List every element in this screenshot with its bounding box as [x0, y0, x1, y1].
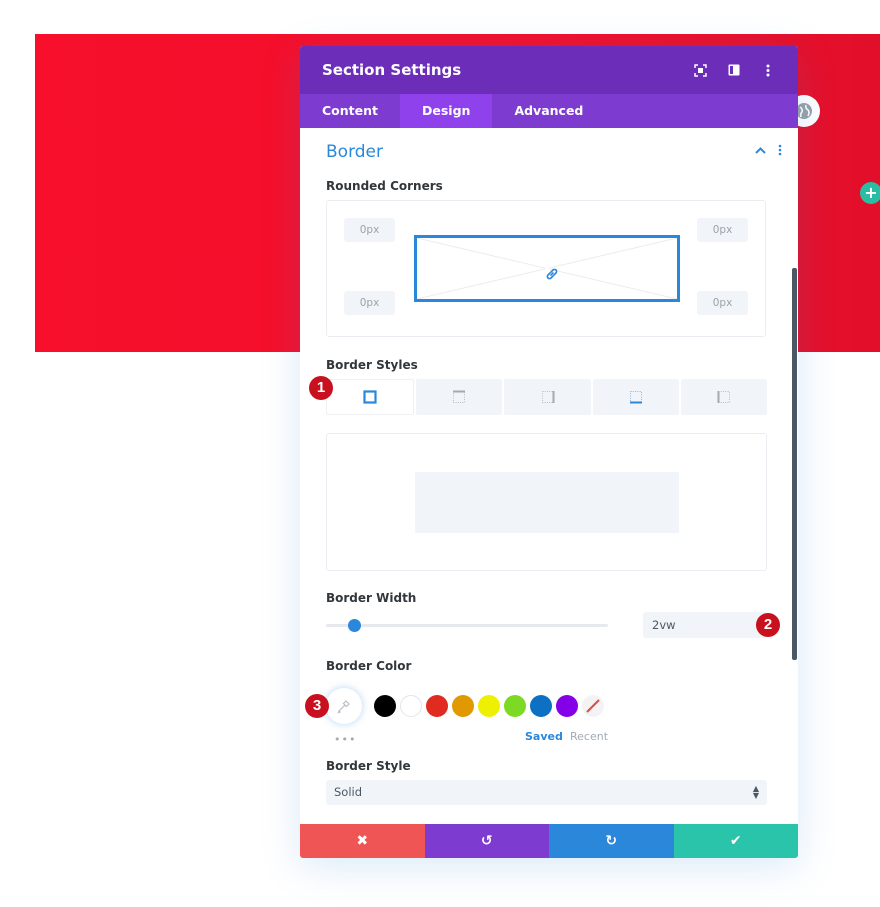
- redo-icon: ↻: [605, 833, 618, 849]
- border-style-right-option[interactable]: [504, 379, 591, 415]
- modal-title: Section Settings: [322, 61, 462, 79]
- add-section-button[interactable]: +: [860, 182, 880, 204]
- tab-content[interactable]: Content: [300, 94, 400, 128]
- annotation-badge-3: 3: [305, 694, 329, 718]
- rounded-corners-control: 0px 0px 0px 0px: [326, 200, 766, 337]
- section-settings-modal: Section Settings Content Design Advanced…: [300, 46, 798, 858]
- swatch-blue[interactable]: [530, 695, 552, 717]
- annotation-badge-1: 1: [309, 376, 333, 400]
- corner-preview: [414, 235, 680, 302]
- plus-icon: +: [864, 183, 878, 202]
- save-button[interactable]: ✔: [673, 824, 798, 858]
- eyedropper-icon: [337, 700, 350, 714]
- border-preview: [326, 433, 767, 571]
- border-right-icon: [541, 391, 554, 403]
- swatch-black[interactable]: [374, 695, 396, 717]
- border-top-icon: [453, 390, 466, 403]
- border-style-value: Solid: [334, 785, 363, 799]
- check-icon: ✔: [729, 833, 742, 849]
- border-left-icon: [717, 391, 730, 403]
- recent-colors-tab[interactable]: Recent: [570, 730, 608, 743]
- bottom-left-radius-input[interactable]: 0px: [344, 291, 395, 315]
- modal-footer: ✖ ↺ ↻ ✔: [300, 824, 798, 858]
- redo-button[interactable]: ↻: [549, 824, 674, 858]
- sidebar-layout-icon[interactable]: [726, 62, 742, 78]
- border-width-slider[interactable]: [326, 619, 608, 632]
- saved-colors-tab[interactable]: Saved: [525, 730, 563, 743]
- border-all-icon: [363, 390, 377, 404]
- chevron-up-icon[interactable]: [755, 146, 766, 154]
- scrollbar[interactable]: [792, 268, 797, 660]
- undo-button[interactable]: ↺: [424, 824, 549, 858]
- swatch-green[interactable]: [504, 695, 526, 717]
- swatch-red[interactable]: [426, 695, 448, 717]
- swatch-yellow[interactable]: [478, 695, 500, 717]
- page: + Section Settings Content Design Advanc…: [0, 0, 880, 907]
- swatch-purple[interactable]: [556, 695, 578, 717]
- border-bottom-icon: [629, 391, 642, 404]
- tab-bar: Content Design Advanced: [300, 94, 798, 128]
- border-color-label: Border Color: [326, 659, 412, 673]
- color-picker-button[interactable]: [326, 688, 362, 724]
- top-right-radius-input[interactable]: 0px: [697, 218, 748, 242]
- more-options-icon[interactable]: [760, 62, 776, 78]
- border-style-top-option[interactable]: [416, 379, 503, 415]
- swatch-none[interactable]: [582, 695, 604, 717]
- bottom-right-radius-input[interactable]: 0px: [697, 291, 748, 315]
- swatch-white[interactable]: [400, 695, 422, 717]
- tab-design[interactable]: Design: [400, 94, 493, 128]
- border-styles-selector: [326, 379, 768, 415]
- group-title[interactable]: Border: [326, 142, 383, 162]
- border-style-bottom-option[interactable]: [592, 379, 679, 415]
- border-style-left-option[interactable]: [680, 379, 768, 415]
- border-width-label: Border Width: [326, 591, 417, 605]
- more-colors-button[interactable]: •••: [334, 733, 356, 746]
- slider-thumb[interactable]: [347, 619, 361, 632]
- border-styles-label: Border Styles: [326, 358, 418, 372]
- color-swatches: [326, 688, 608, 724]
- discard-button[interactable]: ✖: [300, 824, 425, 858]
- border-preview-element: [415, 472, 679, 533]
- border-width-input[interactable]: 2vw: [643, 612, 767, 638]
- border-style-all-option[interactable]: [326, 379, 415, 415]
- settings-body: Border Rounded Corners 0px 0px 0px 0px B…: [300, 128, 798, 824]
- expand-icon[interactable]: [692, 62, 708, 78]
- no-color-icon: [586, 699, 600, 713]
- border-style-select[interactable]: Solid ▲ ▼: [326, 780, 767, 805]
- link-icon[interactable]: [545, 266, 558, 279]
- modal-header: Section Settings: [300, 46, 798, 94]
- rounded-corners-label: Rounded Corners: [326, 179, 443, 193]
- group-more-options-icon[interactable]: [778, 144, 782, 156]
- tab-advanced[interactable]: Advanced: [492, 94, 605, 128]
- swatch-orange[interactable]: [452, 695, 474, 717]
- select-arrows-icon: ▲ ▼: [752, 784, 759, 800]
- undo-icon: ↺: [480, 833, 493, 849]
- close-icon: ✖: [356, 833, 369, 849]
- border-style-label: Border Style: [326, 759, 411, 773]
- top-left-radius-input[interactable]: 0px: [344, 218, 395, 242]
- annotation-badge-2: 2: [756, 613, 780, 637]
